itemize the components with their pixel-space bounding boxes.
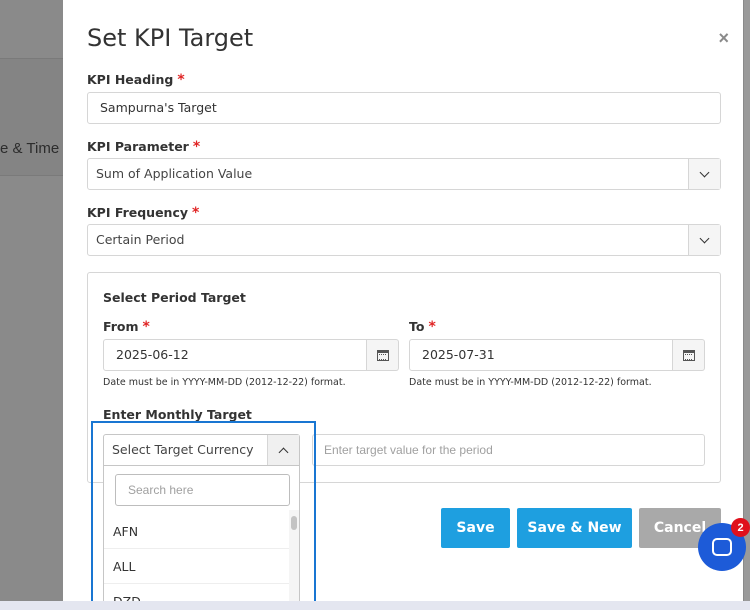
calendar-icon [376,349,389,361]
currency-select-value: Select Target Currency [112,442,254,457]
kpi-heading-label: KPI Heading * [87,72,185,88]
currency-list-scroll-thumb[interactable] [291,516,297,530]
currency-option[interactable]: DZD [104,584,291,601]
kpi-frequency-value: Certain Period [96,232,185,247]
kpi-frequency-toggle[interactable] [688,225,720,255]
kpi-parameter-select[interactable]: Sum of Application Value [87,158,721,190]
from-date-label: From * [103,319,150,335]
taskbar [0,601,750,610]
required-marker: * [192,139,201,155]
chevron-down-icon [699,167,710,177]
kpi-parameter-toggle[interactable] [688,159,720,189]
target-value-input[interactable]: Enter target value for the period [312,434,705,466]
to-date-input[interactable]: 2025-07-31 [409,339,673,371]
from-date-input[interactable]: 2025-06-12 [103,339,367,371]
close-icon[interactable]: × [718,28,729,49]
kpi-frequency-label: KPI Frequency * [87,205,200,221]
chat-icon [712,538,732,556]
calendar-icon [682,349,695,361]
chat-notification-badge: 2 [731,518,750,537]
currency-option[interactable]: AFN [104,514,291,549]
required-marker: * [177,72,185,88]
background-column-label: e & Time [0,140,60,157]
chevron-up-icon [278,447,289,457]
currency-select[interactable]: Select Target Currency [103,434,300,466]
to-date-label: To * [409,319,436,335]
currency-select-toggle[interactable] [267,435,299,465]
background-table-header [0,58,63,176]
period-target-title: Select Period Target [103,290,246,305]
required-marker: * [142,319,150,335]
currency-search-input[interactable]: Search here [115,474,290,506]
required-marker: * [192,205,200,221]
monthly-target-label: Enter Monthly Target [103,407,252,422]
currency-options-list: AFN ALL DZD [104,514,291,601]
chevron-down-icon [699,233,710,243]
to-date-calendar-button[interactable] [673,339,705,371]
save-button[interactable]: Save [441,508,510,548]
currency-dropdown-panel: Search here AFN ALL DZD [103,466,300,602]
kpi-parameter-label: KPI Parameter * [87,139,201,155]
currency-option[interactable]: ALL [104,549,291,584]
required-marker: * [428,319,436,335]
save-and-new-button[interactable]: Save & New [517,508,632,548]
modal-title: Set KPI Target [87,24,254,52]
from-date-hint: Date must be in YYYY-MM-DD (2012-12-22) … [103,377,346,388]
kpi-parameter-value: Sum of Application Value [96,166,253,181]
kpi-heading-input[interactable]: Sampurna's Target [87,92,721,124]
kpi-frequency-select[interactable]: Certain Period [87,224,721,256]
to-date-hint: Date must be in YYYY-MM-DD (2012-12-22) … [409,377,652,388]
from-date-calendar-button[interactable] [367,339,399,371]
